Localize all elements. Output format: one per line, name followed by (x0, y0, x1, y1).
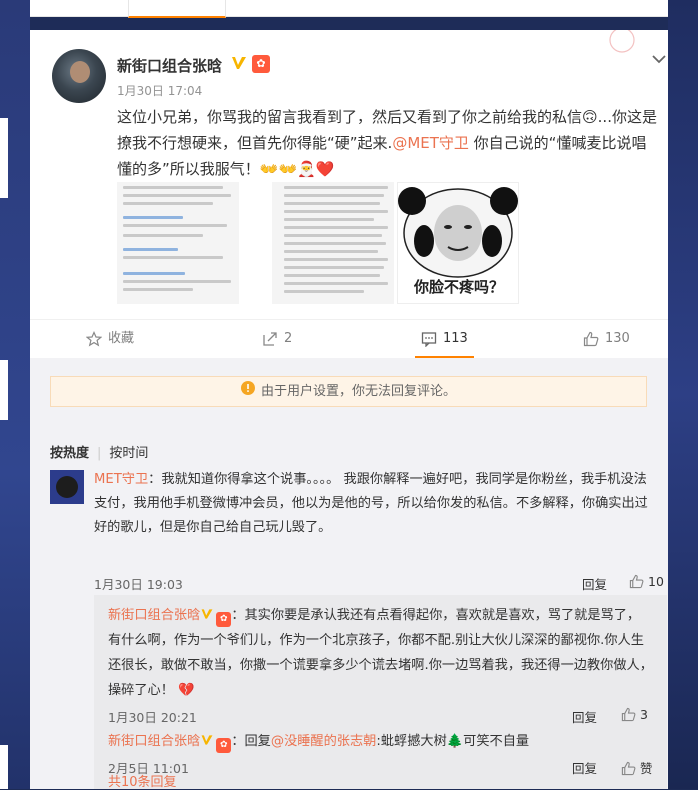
post-author-name[interactable]: 新街口组合张晗 (117, 55, 222, 76)
chevron-down-icon[interactable] (650, 50, 668, 68)
reply-restriction-notice: 由于用户设置，你无法回复评论。 (50, 376, 647, 407)
comment-button[interactable]: 113 (415, 320, 474, 358)
sort-by-time[interactable]: 按时间 (109, 446, 148, 461)
mention-link[interactable]: @没睡醒的张志朝 (271, 734, 377, 749)
post-text: 这位小兄弟，你骂我的留言我看到了，然后又看到了你之前给我的私信🙃...你这是撩我… (117, 108, 657, 178)
tab-hot[interactable] (128, 0, 226, 18)
thumbs-up-icon (583, 331, 599, 346)
verified-v-icon (200, 731, 214, 745)
reply-button[interactable]: 回复 (582, 574, 607, 593)
sort-by-hot[interactable]: 按热度 (50, 446, 89, 461)
thumbs-up-icon (621, 761, 636, 776)
repost-button[interactable]: 2 (262, 320, 292, 358)
weibo-post-card: 新街口组合张晗 ✿ 1月30日 17:04 这位小兄弟，你骂我的留言我看到了，然… (30, 27, 668, 790)
image-caption: 你脸不疼吗？ (413, 278, 504, 296)
post-image-3[interactable]: 你脸不疼吗？ (397, 182, 519, 304)
comment-text: MET守卫：我就知道你得拿这个说事。。。。 我跟你解释一遍好吧，我同学是你粉丝，… (94, 472, 648, 535)
reply-text: 新街口组合张晗 ✿ ：其实你要是承认我还有点看得起你，喜欢就是喜欢，骂了就是骂了，有… (108, 603, 653, 703)
repost-icon (263, 331, 277, 346)
comment-like-button[interactable]: 10 (629, 574, 664, 589)
comment-time: 1月30日 19:03 (94, 577, 183, 592)
member-badge-icon: ✿ (216, 612, 232, 627)
post-image-1[interactable] (117, 182, 239, 304)
member-badge-icon: ✿ (252, 55, 270, 73)
star-icon (85, 330, 103, 346)
warning-icon (240, 377, 255, 406)
comment-sort: 按热度 | 按时间 (50, 446, 149, 461)
thumbs-up-icon (629, 574, 644, 589)
stamp-icon (602, 27, 642, 58)
replies-box: 新街口组合张晗 ✿ ：其实你要是承认我还有点看得起你，喜欢就是喜欢，骂了就是骂了，有… (94, 595, 667, 790)
comments-section: 由于用户设置，你无法回复评论。 按热度 | 按时间 MET守卫：我就知道你得拿这个说… (30, 358, 668, 790)
reply-author-name[interactable]: 新街口组合张晗 (108, 608, 200, 623)
reply-time: 1月30日 20:21 (108, 710, 197, 725)
post-image-2[interactable] (272, 182, 394, 304)
post-time[interactable]: 1月30日 17:04 (117, 82, 202, 99)
left-edge-card (0, 118, 8, 198)
thumbs-up-icon (621, 707, 636, 722)
more-replies-link[interactable]: 共10条回复 (108, 771, 177, 790)
left-edge-card (0, 360, 8, 420)
left-edge-card (0, 745, 8, 789)
reply-like-button[interactable]: 赞 (621, 758, 653, 777)
reply-button[interactable]: 回复 (572, 758, 597, 777)
comment-icon (421, 331, 437, 348)
like-button[interactable]: 130 (583, 320, 630, 358)
reply-author-name[interactable]: 新街口组合张晗 (108, 734, 200, 749)
reply-button[interactable]: 回复 (572, 707, 597, 726)
favorite-button[interactable]: 收藏 (85, 320, 134, 358)
mention-link[interactable]: @MET守卫 (392, 134, 469, 152)
top-tab-bar (30, 0, 668, 18)
commenter-name[interactable]: MET守卫 (94, 472, 148, 487)
page-background-right (668, 0, 698, 789)
reply-text: 新街口组合张晗 ✿ ：回复@没睡醒的张志朝:蚍蜉撼大树🌲可笑不自量 (108, 729, 653, 754)
verified-v-icon (230, 54, 248, 72)
commenter-avatar[interactable] (50, 470, 84, 504)
reply-like-button[interactable]: 3 (621, 707, 648, 722)
post-action-bar: 收藏 2 113 130 (30, 319, 668, 359)
verified-v-icon (200, 605, 214, 619)
author-avatar[interactable] (52, 49, 106, 103)
member-badge-icon: ✿ (216, 738, 232, 753)
